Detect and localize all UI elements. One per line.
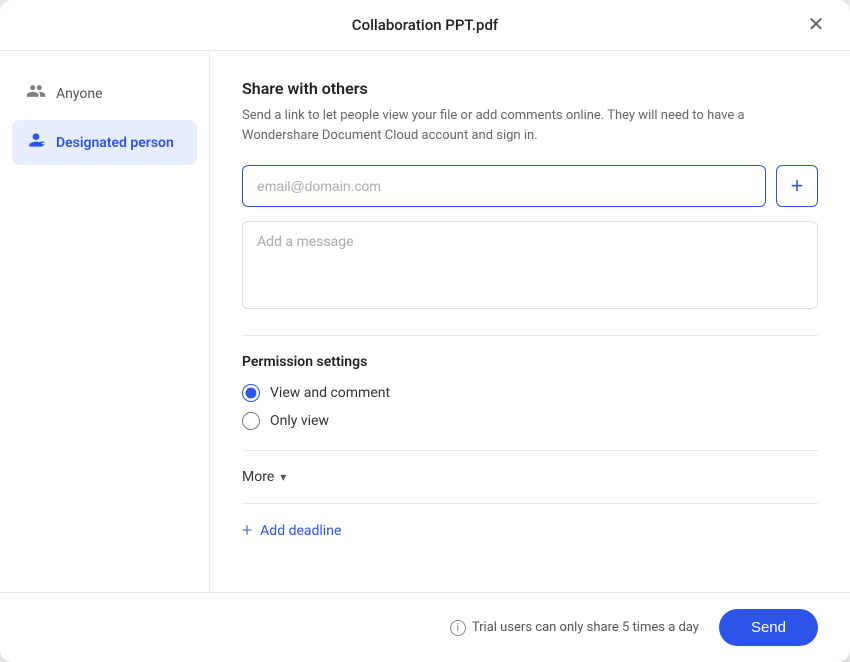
sidebar-anyone-label: Anyone	[56, 86, 103, 102]
permission-view-and-comment[interactable]: View and comment	[242, 384, 818, 402]
add-icon: +	[791, 173, 804, 199]
more-label: More	[242, 469, 274, 485]
share-title: Share with others	[242, 79, 818, 98]
modal-body: Anyone Designated person Share with othe…	[0, 51, 850, 592]
permission-title: Permission settings	[242, 354, 818, 370]
chevron-down-icon: ▾	[280, 470, 286, 484]
email-input[interactable]	[242, 165, 766, 207]
view-and-comment-label: View and comment	[270, 385, 390, 401]
modal-title: Collaboration PPT.pdf	[352, 16, 498, 34]
add-deadline-label: Add deadline	[260, 523, 341, 539]
sidebar: Anyone Designated person	[0, 51, 210, 592]
divider-3	[242, 503, 818, 504]
email-row: +	[242, 165, 818, 207]
permission-radio-group: View and comment Only view	[242, 384, 818, 430]
modal-header: Collaboration PPT.pdf ✕	[0, 0, 850, 51]
info-icon: i	[450, 620, 466, 636]
radio-view-and-comment[interactable]	[242, 384, 260, 402]
modal-container: Collaboration PPT.pdf ✕ Anyone	[0, 0, 850, 662]
permission-only-view[interactable]: Only view	[242, 412, 818, 430]
more-row[interactable]: More ▾	[242, 465, 818, 489]
sidebar-designated-label: Designated person	[56, 135, 174, 151]
message-textarea[interactable]	[242, 221, 818, 309]
radio-only-view[interactable]	[242, 412, 260, 430]
person-badge-icon	[26, 130, 46, 155]
close-icon: ✕	[808, 15, 825, 35]
trial-notice-text: Trial users can only share 5 times a day	[472, 620, 699, 635]
modal-footer: i Trial users can only share 5 times a d…	[0, 592, 850, 662]
send-button[interactable]: Send	[719, 609, 818, 646]
sidebar-item-designated-person[interactable]: Designated person	[12, 120, 197, 165]
divider-2	[242, 450, 818, 451]
add-email-button[interactable]: +	[776, 165, 818, 207]
add-deadline-row[interactable]: + Add deadline	[242, 522, 818, 540]
people-icon	[26, 81, 46, 106]
add-deadline-plus-icon: +	[242, 522, 252, 540]
trial-notice: i Trial users can only share 5 times a d…	[450, 620, 699, 636]
sidebar-item-anyone[interactable]: Anyone	[12, 71, 197, 116]
main-content: Share with others Send a link to let peo…	[210, 51, 850, 592]
only-view-label: Only view	[270, 413, 329, 429]
divider-1	[242, 335, 818, 336]
close-button[interactable]: ✕	[802, 11, 830, 39]
share-desc: Send a link to let people view your file…	[242, 106, 818, 145]
